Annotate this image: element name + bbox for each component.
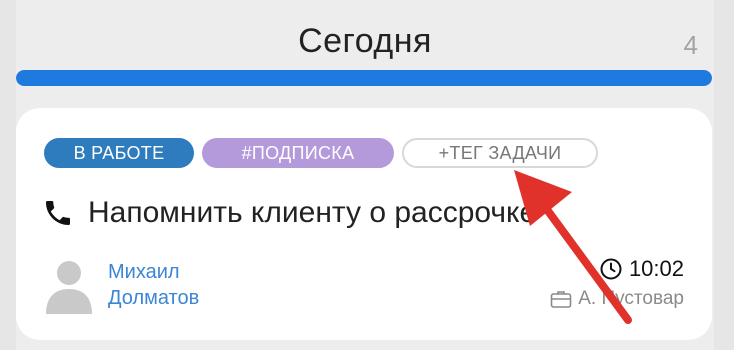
add-tag-button[interactable]: +ТЕГ ЗАДАЧИ: [402, 138, 598, 168]
assignee-last-name: Долматов: [108, 287, 200, 309]
phone-icon: [46, 201, 70, 225]
assignee-first-name: Михаил: [108, 261, 180, 283]
column-progress-bar: [16, 70, 712, 86]
adjacent-column-right: [714, 0, 734, 350]
column-progress-fill: [16, 70, 712, 86]
task-tags: В РАБОТЕ #ПОДПИСКА +ТЕГ ЗАДАЧИ: [44, 138, 598, 168]
assignee-name[interactable]: Михаил Долматов: [108, 259, 199, 311]
avatar: [46, 261, 92, 314]
task-row: Напомнить клиенту о рассрочке: [42, 196, 536, 230]
kanban-board: Сегодня 4 В РАБОТЕ #ПОДПИСКА +ТЕГ ЗАДАЧИ…: [0, 0, 734, 350]
task-title[interactable]: Напомнить клиенту о рассрочке: [88, 196, 536, 230]
status-tag[interactable]: В РАБОТЕ: [44, 138, 194, 168]
topic-tag[interactable]: #ПОДПИСКА: [202, 138, 394, 168]
column-task-count: 4: [683, 30, 698, 60]
adjacent-column-left: [0, 0, 16, 350]
assignee[interactable]: Михаил Долматов: [44, 256, 199, 314]
column-header: Сегодня 4: [16, 0, 714, 70]
column-title: Сегодня: [298, 22, 432, 60]
annotation-arrow-icon: [514, 170, 632, 324]
